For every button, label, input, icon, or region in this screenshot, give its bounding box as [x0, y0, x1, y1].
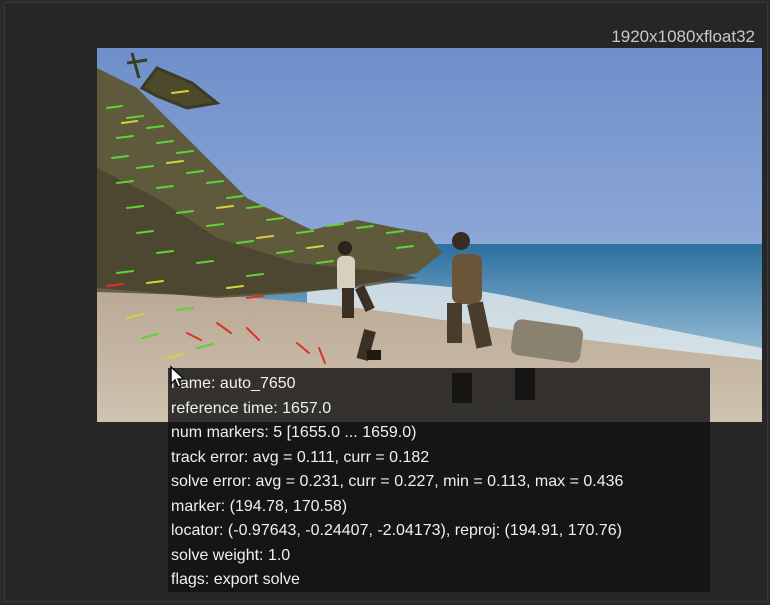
info-locator: locator: (-0.97643, -0.24407, -2.04173),… [171, 522, 622, 539]
info-reference-time: reference time: 1657.0 [171, 399, 332, 417]
arrow-cursor-icon [170, 365, 186, 388]
info-solve-error: solve error: avg = 0.231, curr = 0.227, … [171, 473, 624, 490]
footage-svg [97, 48, 762, 422]
info-solve-weight: solve weight: 1.0 [171, 546, 291, 564]
info-name: name: auto_7650 [171, 375, 296, 392]
footage-image[interactable] [97, 48, 762, 422]
info-num-markers: num markers: 5 [1655.0 ... 1659.0) [171, 424, 417, 441]
info-track-error: track error: avg = 0.111, curr = 0.182 [171, 448, 430, 466]
marker-info-panel: name: auto_7650 reference time: 1657.0 n… [168, 368, 710, 592]
info-marker: marker: (194.78, 170.58) [171, 497, 348, 515]
viewer-frame[interactable]: 1920x1080xfloat32 name: auto_7650 refere… [4, 2, 768, 602]
info-flags: flags: export solve [171, 571, 300, 588]
resolution-label: 1920x1080xfloat32 [611, 27, 755, 46]
